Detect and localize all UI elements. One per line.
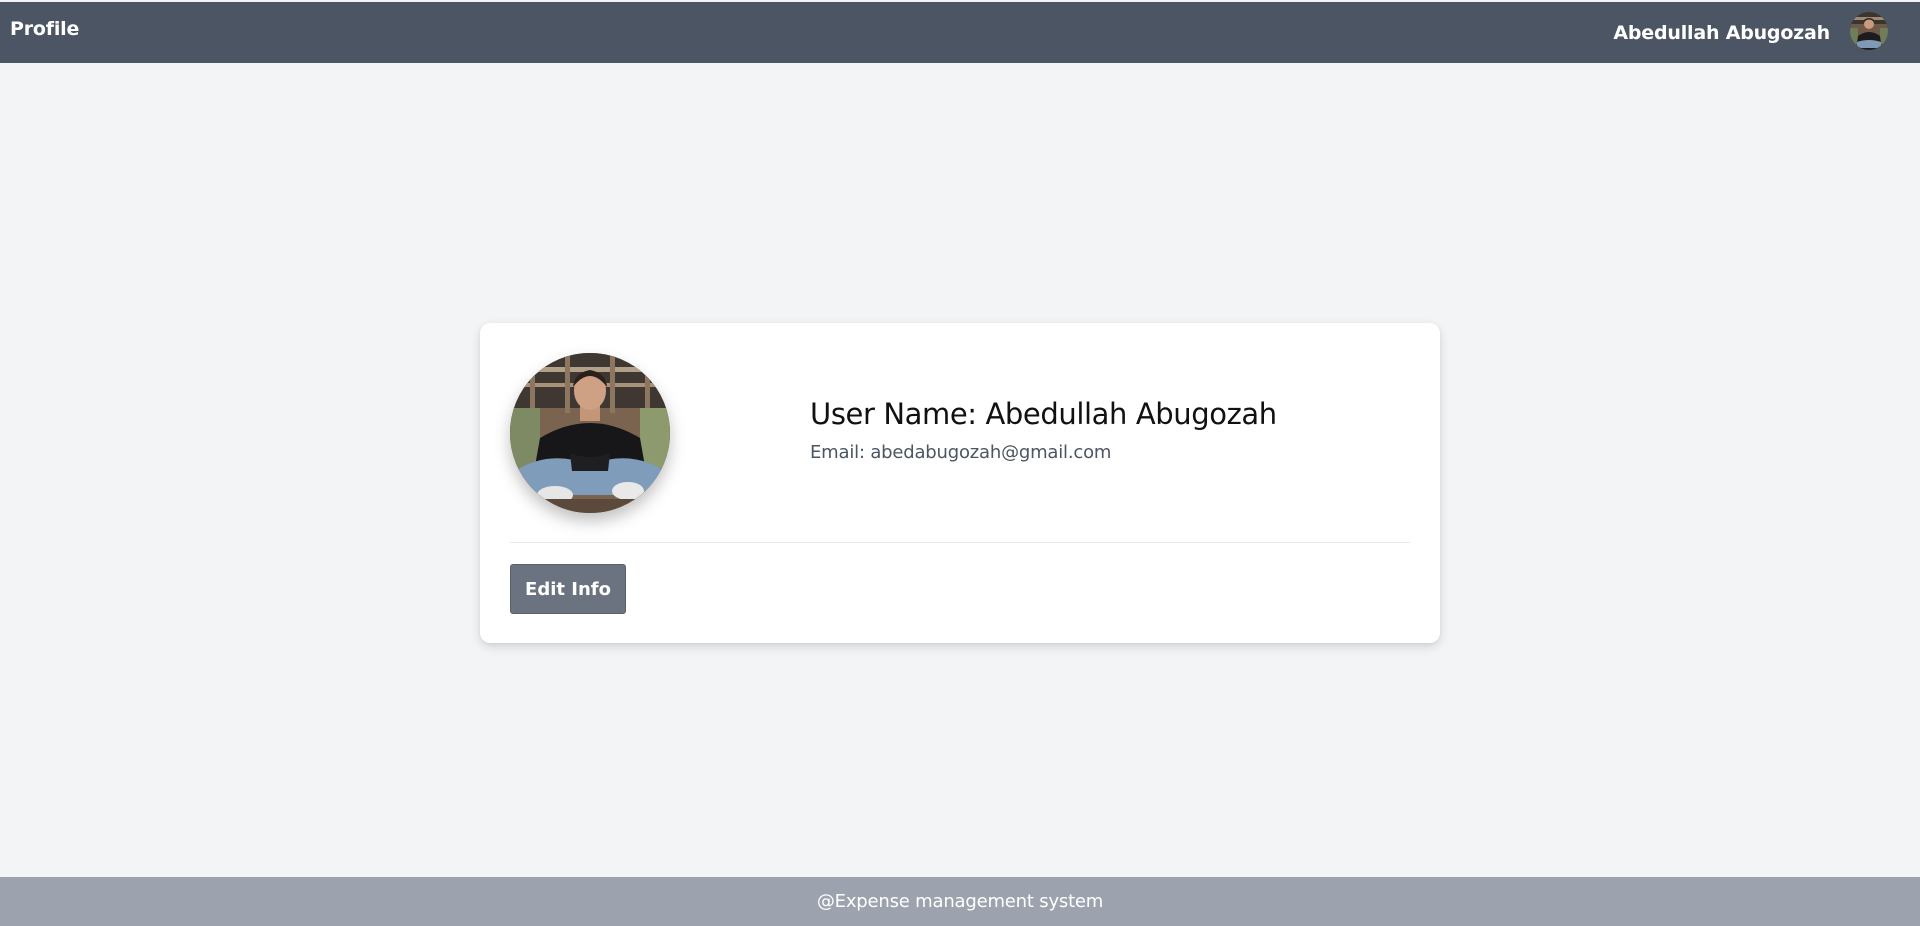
card-divider <box>510 542 1410 543</box>
footer-text: @Expense management system <box>816 891 1104 912</box>
edit-info-button[interactable]: Edit Info <box>510 564 626 614</box>
profile-photo-icon <box>510 353 670 513</box>
profile-avatar <box>510 353 670 513</box>
profile-email: Email: abedabugozah@gmail.com <box>810 442 1112 463</box>
page-title: Profile <box>10 18 80 40</box>
navbar-avatar[interactable] <box>1850 12 1888 50</box>
navbar-user-name[interactable]: Abedullah Abugozah <box>1613 22 1830 44</box>
top-navbar: Profile Abedullah Abugozah <box>0 2 1920 63</box>
footer: @Expense management system <box>0 877 1920 926</box>
profile-card: User Name: Abedullah Abugozah Email: abe… <box>480 323 1440 643</box>
user-avatar-icon <box>1850 12 1888 50</box>
profile-username: User Name: Abedullah Abugozah <box>810 397 1277 431</box>
